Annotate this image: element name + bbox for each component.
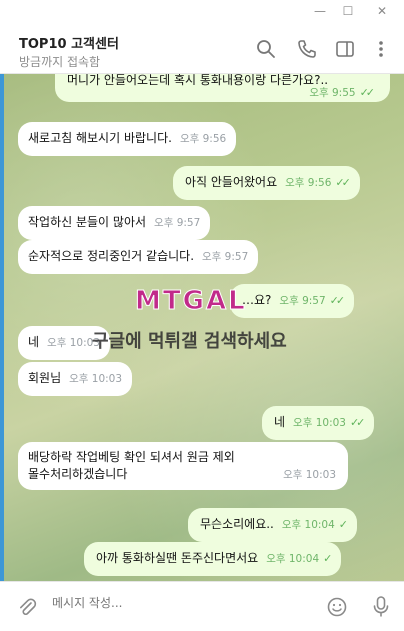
message-text: 네	[28, 335, 40, 349]
read-check-icon: ✓✓	[335, 176, 351, 189]
close-button[interactable]: ✕	[374, 3, 390, 19]
message-time: 오후 9:55	[309, 87, 356, 99]
microphone-icon[interactable]	[370, 595, 392, 619]
chat-title[interactable]: TOP10 고객센터	[19, 33, 119, 52]
emoji-icon[interactable]	[326, 596, 348, 618]
message-time: 오후 9:57	[154, 217, 201, 229]
sent-check-icon: ✓	[323, 552, 332, 565]
message-time: 오후 9:57	[202, 251, 249, 263]
message-text: 아까 통화하실땐 돈주신다면서요	[96, 551, 259, 565]
message-text: 아직 안들어왔어요	[185, 175, 278, 189]
sidebar-icon[interactable]	[334, 38, 356, 60]
message-text: 새로고침 해보시기 바랍니다.	[28, 131, 172, 145]
message-in[interactable]: 배당하락 작업베팅 확인 되셔서 원금 제외 몰수처리하겠습니다 오후 10:0…	[18, 442, 348, 490]
message-text: 배당하락 작업베팅 확인 되셔서 원금 제외	[28, 450, 235, 464]
watermark-text: 구글에 먹튀갤 검색하세요	[92, 331, 287, 352]
message-in[interactable]: 순자적으로 정리중인거 같습니다. 오후 9:57	[18, 240, 259, 274]
read-check-icon: ✓✓	[359, 86, 376, 99]
message-out[interactable]: 머니가 안들어오는데 혹시 통화내용이랑 다른가요?.. 오후 9:55 ✓✓	[55, 74, 390, 102]
message-in[interactable]: 작업하신 분들이 많아서 오후 9:57	[18, 206, 211, 240]
message-time: 오후 10:04	[266, 553, 320, 565]
window-bar: — ☐ ✕	[0, 0, 404, 22]
message-time: 오후 9:57	[279, 295, 326, 307]
maximize-button[interactable]: ☐	[340, 3, 356, 19]
message-in[interactable]: 새로고침 해보시기 바랍니다. 오후 9:56	[18, 122, 237, 156]
message-text: 순자적으로 정리중인거 같습니다.	[28, 249, 195, 263]
message-text: 회원님	[28, 371, 62, 385]
message-time: 오후 9:56	[285, 177, 332, 189]
chat-status: 방금까지 접속함	[19, 55, 101, 69]
message-out[interactable]: 네 오후 10:03 ✓✓	[262, 406, 375, 440]
message-composer	[0, 581, 404, 631]
message-time: 오후 10:03	[69, 373, 123, 385]
message-out[interactable]: 아직 안들어왔어요 오후 9:56 ✓✓	[173, 166, 360, 200]
message-text: 네	[274, 415, 286, 429]
message-text: 몰수처리하겠습니다	[28, 467, 128, 481]
chat-header: TOP10 고객센터 방금까지 접속함	[0, 22, 404, 74]
watermark-logo: MTGAL	[135, 286, 247, 317]
message-time: 오후 10:03	[283, 469, 336, 481]
message-text: 작업하신 분들이 많아서	[28, 215, 147, 229]
message-input[interactable]	[52, 596, 302, 610]
message-text: 머니가 안들어오는데 혹시 통화내용이랑 다른가요?..	[67, 74, 329, 87]
message-text: 무슨소리에요..	[200, 517, 274, 531]
read-check-icon: ✓✓	[349, 416, 366, 429]
message-list[interactable]: 머니가 안들어오는데 혹시 통화내용이랑 다른가요?.. 오후 9:55 ✓✓ 새…	[0, 74, 404, 581]
read-check-icon: ✓✓	[329, 294, 346, 307]
phone-icon[interactable]	[296, 38, 318, 60]
search-icon[interactable]	[255, 38, 277, 60]
accent-bar	[0, 74, 4, 581]
more-icon[interactable]	[370, 38, 392, 60]
paperclip-icon[interactable]	[16, 596, 38, 618]
message-time: 오후 10:04	[281, 519, 335, 531]
message-out[interactable]: 아까 통화하실땐 돈주신다면서요 오후 10:04 ✓	[84, 542, 342, 576]
message-time: 오후 10:03	[293, 417, 346, 429]
message-out[interactable]: 무슨소리에요.. 오후 10:04 ✓	[188, 508, 358, 542]
message-time: 오후 9:56	[179, 133, 227, 145]
minimize-button[interactable]: —	[312, 3, 328, 19]
message-out[interactable]: …요? 오후 9:57 ✓✓	[230, 284, 355, 318]
sent-check-icon: ✓	[338, 518, 348, 531]
message-in[interactable]: 회원님 오후 10:03	[18, 362, 133, 396]
